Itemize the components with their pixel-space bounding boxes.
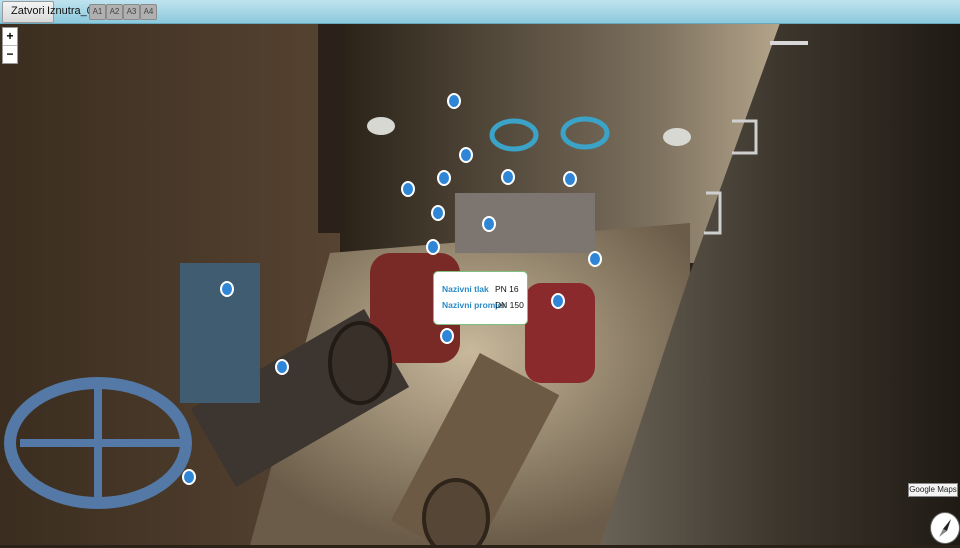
tab-a2[interactable]: A2 xyxy=(106,4,123,20)
compass-icon[interactable] xyxy=(930,512,960,544)
hotspot-marker[interactable] xyxy=(447,93,461,109)
grey-pipe xyxy=(455,193,595,253)
vertical-pipe xyxy=(318,23,340,233)
hotspot-marker[interactable] xyxy=(501,169,515,185)
tab-a3[interactable]: A3 xyxy=(123,4,140,20)
tab-a1[interactable]: A1 xyxy=(89,4,106,20)
tooltip-value: PN 16 xyxy=(495,284,519,294)
hotspot-marker[interactable] xyxy=(182,469,196,485)
hotspot-marker[interactable] xyxy=(426,239,440,255)
zoom-in-button[interactable]: + xyxy=(3,28,17,46)
hotspot-marker[interactable] xyxy=(401,181,415,197)
tooltip-row-diameter: Nazivni promjer DN 150 xyxy=(442,300,524,310)
google-maps-button[interactable]: Google Maps xyxy=(908,483,958,497)
hotspot-marker[interactable] xyxy=(440,328,454,344)
hotspot-marker[interactable] xyxy=(437,170,451,186)
wall-lamp xyxy=(367,117,395,135)
tooltip-label: Nazivni tlak xyxy=(442,284,489,294)
handwheel-left xyxy=(4,377,192,509)
hotspot-marker[interactable] xyxy=(588,251,602,267)
hotspot-tooltip: Nazivni tlak PN 16 Nazivni promjer DN 15… xyxy=(433,271,528,325)
hotspot-marker[interactable] xyxy=(482,216,496,232)
zoom-control: + − xyxy=(2,27,18,64)
tooltip-value: DN 150 xyxy=(495,300,524,310)
tooltip-row-pressure: Nazivni tlak PN 16 xyxy=(442,284,524,294)
close-button[interactable]: Zatvori xyxy=(2,1,54,23)
wall-lamp xyxy=(663,128,691,146)
hotspot-marker[interactable] xyxy=(220,281,234,297)
hotspot-marker[interactable] xyxy=(275,359,289,375)
hotspot-marker[interactable] xyxy=(431,205,445,221)
tab-a4[interactable]: A4 xyxy=(140,4,157,20)
hotspot-marker[interactable] xyxy=(563,171,577,187)
hotspot-marker[interactable] xyxy=(551,293,565,309)
hotspot-marker[interactable] xyxy=(459,147,473,163)
zoom-out-button[interactable]: − xyxy=(3,46,17,63)
top-toolbar: Zatvori Iznutra_02 A1 A2 A3 A4 xyxy=(0,0,960,24)
